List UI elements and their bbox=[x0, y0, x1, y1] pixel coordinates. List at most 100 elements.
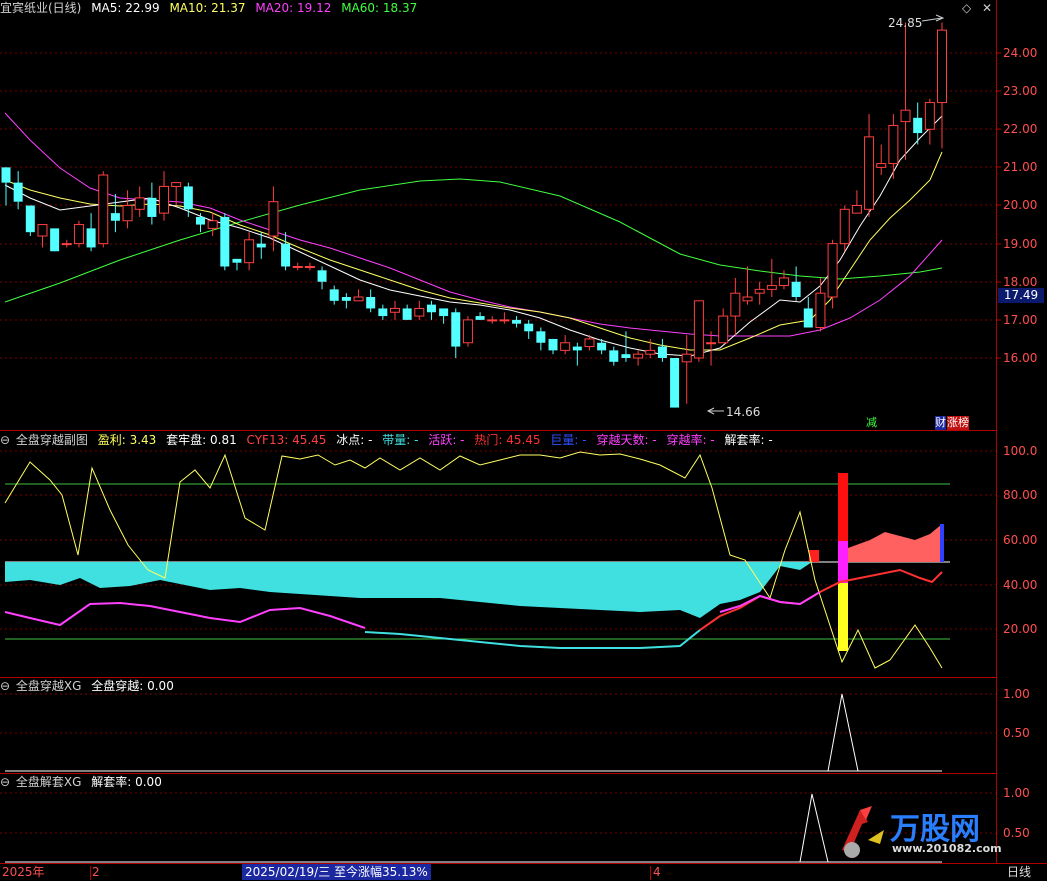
axis-tick-label: 20.00 bbox=[1003, 198, 1038, 212]
chuanyue-lv-label: 穿越率: - bbox=[666, 433, 715, 447]
collapse-icon[interactable]: ⊖ bbox=[0, 679, 10, 693]
candle-body bbox=[98, 174, 109, 245]
ma5-label: MA5: 22.99 bbox=[91, 1, 160, 15]
candle-body bbox=[147, 197, 157, 217]
collapse-icon[interactable]: ⊖ bbox=[0, 433, 10, 447]
blue-small-bar bbox=[940, 524, 944, 562]
candle-body bbox=[317, 270, 327, 282]
candle-body bbox=[597, 342, 607, 351]
min-price-label: 14.66 bbox=[726, 405, 761, 419]
candle-body bbox=[414, 307, 425, 317]
candle-body bbox=[864, 136, 875, 210]
axis-tick-label: 20.00 bbox=[1003, 622, 1038, 636]
signal-bar-magenta bbox=[838, 541, 848, 583]
period-label[interactable]: 日线 bbox=[1007, 864, 1031, 881]
min-annotation bbox=[706, 407, 724, 415]
cai-tag[interactable]: 财 bbox=[935, 416, 946, 430]
month-2-label: 2 bbox=[92, 865, 100, 879]
candle-body bbox=[171, 182, 182, 187]
signal-bar-yellow bbox=[838, 583, 848, 651]
divider bbox=[650, 866, 651, 880]
zhangbang-tag[interactable]: 涨榜 bbox=[947, 416, 969, 430]
ma60-label: MA60: 18.37 bbox=[341, 1, 418, 15]
candle-body bbox=[378, 308, 388, 317]
candle-body bbox=[220, 216, 230, 267]
candle-body bbox=[888, 124, 899, 165]
candle-body bbox=[536, 331, 546, 343]
candle-body bbox=[572, 346, 582, 351]
max-annotation bbox=[921, 14, 945, 22]
axis-tick-label: 24.00 bbox=[1003, 46, 1038, 60]
axis-tick-label: 23.00 bbox=[1003, 84, 1038, 98]
candle-body bbox=[256, 243, 266, 248]
candle-body bbox=[244, 239, 255, 264]
stock-title[interactable]: 宜宾纸业(日线) bbox=[0, 1, 81, 15]
ma20-label: MA20: 19.12 bbox=[255, 1, 332, 15]
candle-body bbox=[61, 243, 72, 246]
candle-body bbox=[560, 342, 571, 351]
candle-body bbox=[402, 308, 412, 320]
candle-body bbox=[73, 224, 84, 245]
candle-body bbox=[839, 208, 850, 245]
sub2-signal-line bbox=[827, 693, 859, 772]
axis-tick-label: 21.00 bbox=[1003, 160, 1038, 174]
candle-body bbox=[86, 228, 96, 248]
candle-body bbox=[1, 167, 11, 183]
candle-body bbox=[924, 102, 935, 130]
ma20-line bbox=[4, 112, 943, 337]
year-label: 2025年 bbox=[2, 865, 45, 879]
remen-label: 热门: 45.45 bbox=[474, 433, 541, 447]
max-price-label: 24.85 bbox=[888, 16, 923, 30]
collapse-icon[interactable]: ⊖ bbox=[0, 775, 10, 789]
sub3-name[interactable]: 全盘解套XG bbox=[16, 775, 82, 789]
candle-body bbox=[281, 243, 291, 267]
candle-body bbox=[913, 117, 923, 134]
axis-tick-label: 17.00 bbox=[1003, 313, 1038, 327]
candle-body bbox=[439, 308, 449, 317]
candle-body bbox=[803, 308, 813, 328]
sub1-magenta-line bbox=[4, 601, 366, 629]
candle-body bbox=[462, 319, 473, 344]
candle-body bbox=[778, 277, 789, 287]
juliang-label: 巨量: - bbox=[550, 433, 587, 447]
candle-body bbox=[353, 296, 364, 302]
candle-body bbox=[693, 300, 704, 359]
candle-body bbox=[25, 205, 35, 233]
candle-body bbox=[937, 29, 947, 104]
candle-body bbox=[268, 201, 279, 237]
sub3-header: ⊖ 全盘解套XG 解套率: 0.00 bbox=[0, 774, 168, 790]
axis-tick-label: 16.00 bbox=[1003, 351, 1038, 365]
axis-tick-label: 80.00 bbox=[1003, 488, 1038, 502]
sub2-name[interactable]: 全盘穿越XG bbox=[16, 679, 82, 693]
jian-tag[interactable]: 减 bbox=[866, 416, 877, 430]
candle-body bbox=[134, 197, 145, 210]
sub3-value: 解套率: 0.00 bbox=[91, 775, 162, 789]
dailiang-label: 带量: - bbox=[382, 433, 419, 447]
candlestick-series bbox=[1, 22, 947, 408]
yingli-label: 盈利: 3.43 bbox=[97, 433, 157, 447]
close-icon[interactable]: ✕ bbox=[982, 1, 992, 15]
candle-body bbox=[195, 216, 205, 225]
candle-body bbox=[524, 323, 534, 332]
candle-body bbox=[791, 281, 801, 297]
candle-body bbox=[389, 307, 400, 313]
diamond-icon[interactable]: ◇ bbox=[962, 1, 971, 15]
bingdian-label: 冰点: - bbox=[336, 433, 373, 447]
huoyue-label: 活跃: - bbox=[428, 433, 465, 447]
sub3-signal-line bbox=[799, 793, 829, 863]
axis-tick-label: 100.0 bbox=[1003, 444, 1038, 458]
candle-body bbox=[304, 266, 315, 268]
candle-body bbox=[475, 316, 485, 320]
sub1-name[interactable]: 全盘穿越副图 bbox=[16, 433, 88, 447]
candle-body bbox=[766, 285, 777, 290]
sub2-value: 全盘穿越: 0.00 bbox=[91, 679, 174, 693]
current-price-tag: 17.49 bbox=[998, 288, 1044, 303]
axis-tick-label: 1.00 bbox=[1003, 687, 1030, 701]
main-header: 宜宾纸业(日线) MA5: 22.99 MA10: 21.37 MA20: 19… bbox=[0, 0, 423, 16]
axis-tick-label: 18.00 bbox=[1003, 275, 1038, 289]
candle-body bbox=[851, 205, 862, 214]
candle-body bbox=[584, 338, 595, 348]
candle-body bbox=[366, 297, 376, 309]
month-4-label: 4 bbox=[653, 865, 661, 879]
watermark-logo: 万股网 www.201082.com bbox=[832, 800, 1022, 860]
